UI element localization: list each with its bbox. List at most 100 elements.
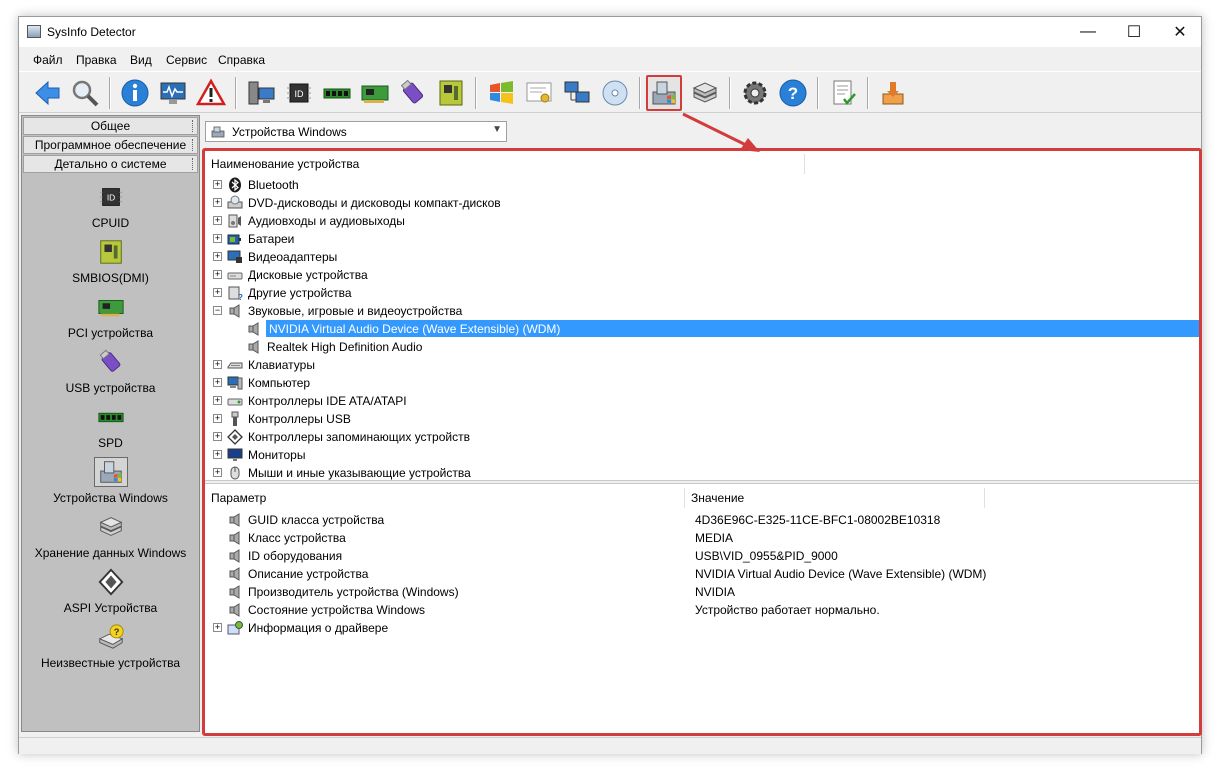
expand-icon[interactable]: + — [213, 234, 222, 243]
window-title: SysInfo Detector — [47, 25, 136, 39]
tree-category-row[interactable]: + DVD-дисководы и дисководы компакт-диско… — [205, 194, 1199, 212]
sidebar-item-unknown-devices[interactable]: ? Неизвестные устройства — [23, 620, 198, 672]
menu-file[interactable]: Файл — [33, 53, 63, 67]
expand-icon[interactable]: + — [213, 288, 222, 297]
maximize-button[interactable]: ☐ — [1111, 17, 1157, 47]
tree-category-row[interactable]: − Звуковые, игровые и видеоустройства — [205, 302, 1199, 320]
tree-category-row[interactable]: + Контроллеры запоминающих устройств — [205, 428, 1199, 446]
tree-device-row[interactable]: Realtek High Definition Audio — [205, 338, 1199, 356]
expand-icon[interactable]: + — [213, 216, 222, 225]
sidebar-item-aspi[interactable]: ASPI Устройства — [23, 565, 198, 617]
menu-view[interactable]: Вид — [130, 53, 152, 67]
tree-row-label: Мониторы — [248, 448, 306, 462]
expand-icon[interactable]: + — [213, 450, 222, 459]
close-button[interactable]: ✕ — [1157, 17, 1203, 47]
usb-icon[interactable] — [395, 75, 431, 111]
tree-category-row[interactable]: +? Другие устройства — [205, 284, 1199, 302]
monitor-icon — [227, 447, 243, 463]
property-row[interactable]: ID оборудования USB\VID_0955&PID_9000 — [205, 547, 1199, 565]
speaker-icon — [227, 303, 243, 319]
export-icon[interactable] — [875, 75, 911, 111]
sidebar-item-windows-storage[interactable]: Хранение данных Windows — [23, 510, 198, 562]
device-category-select[interactable]: Устройства Windows ▼ — [205, 121, 507, 142]
property-row[interactable]: Описание устройства NVIDIA Virtual Audio … — [205, 565, 1199, 583]
monitor-icon[interactable] — [155, 75, 191, 111]
tree-category-row[interactable]: + Дисковые устройства — [205, 266, 1199, 284]
menu-service[interactable]: Сервис — [166, 53, 207, 67]
sidebar-item-cpuid[interactable]: ID CPUID — [23, 180, 198, 232]
expand-icon[interactable]: + — [213, 468, 222, 477]
tree-category-row[interactable]: + Контроллеры IDE ATA/ATAPI — [205, 392, 1199, 410]
expand-icon[interactable]: + — [213, 378, 222, 387]
tree-category-row[interactable]: + Контроллеры USB — [205, 410, 1199, 428]
expand-icon[interactable]: + — [213, 270, 222, 279]
property-row[interactable]: GUID класса устройства 4D36E96C-E325-11CE… — [205, 511, 1199, 529]
expand-icon[interactable]: + — [213, 396, 222, 405]
cpu-id-icon[interactable]: ID — [281, 75, 317, 111]
collapse-icon[interactable]: − — [213, 306, 222, 315]
property-key: GUID класса устройства — [248, 513, 385, 527]
tree-category-row[interactable]: + Мониторы — [205, 446, 1199, 464]
expand-icon[interactable]: + — [213, 432, 222, 441]
property-row[interactable]: Класс устройства MEDIA — [205, 529, 1199, 547]
tree-category-row[interactable]: + Видеоадаптеры — [205, 248, 1199, 266]
help-icon[interactable]: ? — [775, 75, 811, 111]
status-bar — [19, 737, 1201, 754]
info-icon[interactable] — [117, 75, 153, 111]
expand-icon[interactable]: + — [213, 414, 222, 423]
display-adapter-icon — [227, 249, 243, 265]
tree-category-row[interactable]: + Bluetooth — [205, 176, 1199, 194]
sidebar-item-windows-devices[interactable]: Устройства Windows — [23, 455, 198, 507]
column-header-device-name[interactable]: Наименование устройства — [205, 154, 805, 174]
pane-splitter[interactable] — [205, 480, 1199, 484]
search-icon[interactable] — [67, 75, 103, 111]
expand-icon[interactable]: + — [213, 180, 222, 189]
disc-icon[interactable] — [597, 75, 633, 111]
settings-icon[interactable] — [737, 75, 773, 111]
expand-icon[interactable]: + — [213, 252, 222, 261]
column-header-value[interactable]: Значение — [685, 488, 985, 508]
report-icon[interactable] — [825, 75, 861, 111]
tree-category-row[interactable]: + Батареи — [205, 230, 1199, 248]
sidebar-item-usb[interactable]: USB устройства — [23, 345, 198, 397]
minimize-button[interactable]: — — [1065, 17, 1111, 47]
sidebar-tab-system-details[interactable]: Детально о системе — [23, 155, 198, 173]
expand-icon[interactable]: + — [213, 198, 222, 207]
tree-row-label: Мыши и иные указывающие устройства — [248, 466, 471, 480]
back-icon[interactable] — [29, 75, 65, 111]
column-header-parameter[interactable]: Параметр — [205, 488, 685, 508]
sidebar-tab-general[interactable]: Общее — [23, 117, 198, 135]
storage-icon[interactable] — [687, 75, 723, 111]
network-icon[interactable] — [559, 75, 595, 111]
windows-devices-icon[interactable] — [646, 75, 682, 111]
svg-text:ID: ID — [295, 89, 305, 99]
tree-category-row[interactable]: + Клавиатуры — [205, 356, 1199, 374]
device-panel: Наименование устройства + Bluetooth + DVD-д… — [202, 148, 1202, 736]
property-row[interactable]: + Информация о драйвере — [205, 619, 1199, 637]
expand-icon[interactable]: + — [213, 623, 222, 632]
menu-help[interactable]: Справка — [218, 53, 265, 67]
windows-icon[interactable] — [483, 75, 519, 111]
sidebar-item-label: Хранение данных Windows — [34, 546, 187, 560]
tree-device-row[interactable]: NVIDIA Virtual Audio Device (Wave Extens… — [205, 320, 1199, 338]
svg-text:?: ? — [114, 627, 120, 637]
sidebar-tab-software[interactable]: Программное обеспечение — [23, 136, 198, 154]
sidebar-item-spd[interactable]: SPD — [23, 400, 198, 452]
memory-icon[interactable] — [319, 75, 355, 111]
unknown-device-icon: ? — [94, 622, 128, 652]
sidebar-item-pci[interactable]: PCI устройства — [23, 290, 198, 342]
tree-category-row[interactable]: + Компьютер — [205, 374, 1199, 392]
chevron-down-icon[interactable]: ▼ — [492, 124, 502, 135]
expand-icon[interactable]: + — [213, 360, 222, 369]
property-row[interactable]: Состояние устройства Windows Устройство р… — [205, 601, 1199, 619]
certificate-icon[interactable] — [521, 75, 557, 111]
computer-icon[interactable] — [243, 75, 279, 111]
motherboard-icon[interactable] — [433, 75, 469, 111]
other-devices-icon: ? — [227, 285, 243, 301]
tree-category-row[interactable]: + Аудиовходы и аудиовыходы — [205, 212, 1199, 230]
menu-edit[interactable]: Правка — [76, 53, 117, 67]
warning-icon[interactable] — [193, 75, 229, 111]
sidebar-item-smbios[interactable]: SMBIOS(DMI) — [23, 235, 198, 287]
property-row[interactable]: Производитель устройства (Windows) NVIDIA — [205, 583, 1199, 601]
pci-card-icon[interactable] — [357, 75, 393, 111]
